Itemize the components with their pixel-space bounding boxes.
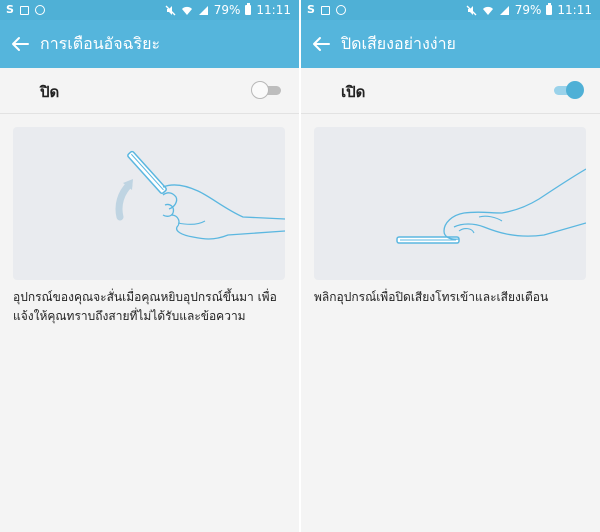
status-bar: S 79% 11:11: [0, 0, 299, 20]
page-title: การเตือนอัจฉริยะ: [40, 34, 161, 53]
battery-icon: [245, 3, 252, 15]
feature-description: อุปกรณ์ของคุณจะสั่นเมื่อคุณหยิบอุปกรณ์ขึ…: [13, 288, 277, 326]
battery-icon: [546, 3, 553, 15]
gallery-icon: [320, 5, 330, 15]
switch-thumb: [251, 81, 269, 99]
description-line: อุปกรณ์ของคุณจะสั่นเมื่อคุณหยิบอุปกรณ์ขึ…: [13, 290, 277, 304]
s-app-icon: S: [307, 3, 315, 16]
easy-mute-screen: S 79% 11:11 ปิดเสียงอย่างง่าย เปิด พลิกอ…: [301, 0, 600, 532]
description-line: พลิกอุปกรณ์เพื่อปิดเสียงโทรเข้าและเสียงเ…: [314, 290, 549, 304]
battery-percent: 79%: [213, 3, 241, 17]
signal-icon: [198, 5, 208, 15]
smiley-icon: [34, 5, 45, 15]
gallery-icon: [19, 5, 29, 15]
mute-icon: [165, 5, 176, 15]
easy-mute-toggle-row[interactable]: เปิด: [301, 68, 600, 114]
wifi-icon: [181, 6, 192, 15]
status-bar: S 79% 11:11: [301, 0, 600, 20]
smiley-icon: [335, 5, 346, 15]
s-app-icon: S: [6, 3, 14, 16]
mute-icon: [466, 5, 477, 15]
easy-mute-switch[interactable]: [552, 81, 584, 99]
clock-time: 11:11: [557, 3, 592, 17]
smart-alert-toggle-row[interactable]: ปิด: [0, 68, 299, 114]
app-bar: การเตือนอัจฉริยะ: [0, 20, 299, 68]
smart-alert-switch[interactable]: [251, 81, 283, 99]
toggle-label: เปิด: [341, 83, 366, 101]
hand-flip-phone-image: [396, 168, 586, 244]
back-arrow-icon[interactable]: [309, 32, 333, 56]
feature-description: พลิกอุปกรณ์เพื่อปิดเสียงโทรเข้าและเสียงเ…: [314, 288, 548, 307]
description-line: แจ้งให้คุณทราบถึงสายที่ไม่ได้รับและข้อคว…: [13, 309, 246, 323]
smart-alert-screen: S 79% 11:11 การเตือนอัจฉริยะ ปิด อุปกรณ์…: [0, 0, 299, 532]
flip-illustration: [314, 127, 586, 280]
switch-thumb: [566, 81, 584, 99]
hand-pickup-phone-image: [115, 150, 285, 240]
pickup-illustration: [13, 127, 285, 280]
battery-percent: 79%: [514, 3, 542, 17]
app-bar: ปิดเสียงอย่างง่าย: [301, 20, 600, 68]
toggle-label: ปิด: [40, 83, 60, 101]
back-arrow-icon[interactable]: [8, 32, 32, 56]
signal-icon: [499, 5, 509, 15]
clock-time: 11:11: [256, 3, 291, 17]
page-title: ปิดเสียงอย่างง่าย: [341, 34, 456, 53]
wifi-icon: [482, 6, 493, 15]
